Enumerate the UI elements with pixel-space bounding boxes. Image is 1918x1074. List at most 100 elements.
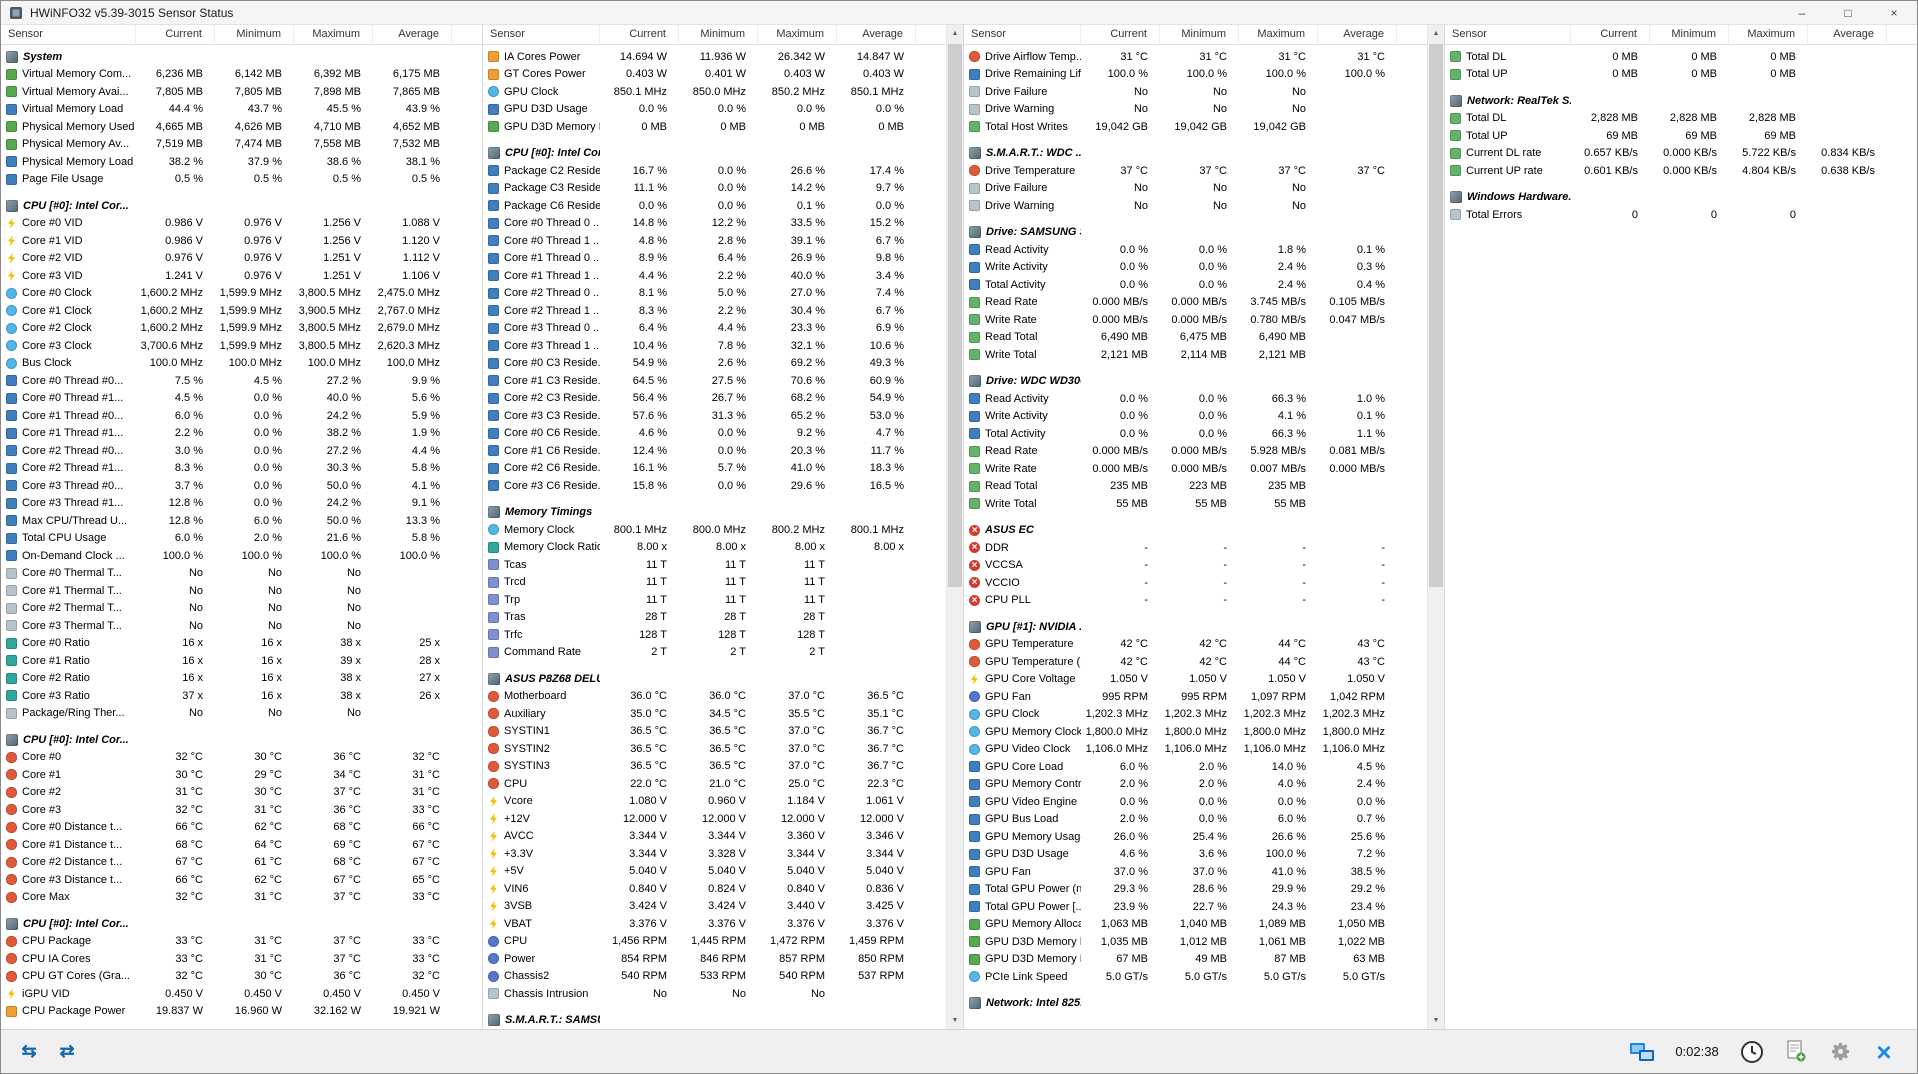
sensor-row[interactable]: Total Errors 0 0 0 bbox=[1445, 206, 1917, 224]
sensor-row[interactable]: Package/Ring Ther... No No No bbox=[1, 705, 482, 723]
sensor-row[interactable]: Core #3 VID 1.241 V 0.976 V 1.251 V 1.106 V bbox=[1, 267, 482, 285]
sensor-group-header[interactable]: S.M.A.R.T.: WDC ... bbox=[964, 145, 1427, 163]
sensor-row[interactable]: Core #2 Thread #0... 3.0 % 0.0 % 27.2 % 4.4 … bbox=[1, 442, 482, 460]
sensor-row[interactable]: Total Activity 0.0 % 0.0 % 66.3 % 1.1 % bbox=[964, 425, 1427, 443]
column-header-sensor[interactable]: Sensor bbox=[1445, 25, 1571, 44]
sensor-row[interactable]: iGPU VID 0.450 V 0.450 V 0.450 V 0.450 V bbox=[1, 985, 482, 1003]
sensor-row[interactable]: Power 854 RPM 846 RPM 857 RPM 850 RPM bbox=[483, 950, 946, 968]
sensor-row[interactable]: Chassis2 540 RPM 533 RPM 540 RPM 537 RPM bbox=[483, 968, 946, 986]
sensor-row[interactable]: Command Rate 2 T 2 T 2 T bbox=[483, 644, 946, 662]
sensor-row[interactable]: CPU Package Power 19.837 W 16.960 W 32.162 … bbox=[1, 1003, 482, 1021]
sensor-row[interactable]: Core #1 Clock 1,600.2 MHz 1,599.9 MHz 3,900… bbox=[1, 302, 482, 320]
column-header-maximum[interactable]: Maximum bbox=[758, 25, 837, 44]
sensor-row[interactable]: Read Rate 0.000 MB/s 0.000 MB/s 3.745 MB/s 0… bbox=[964, 294, 1427, 312]
sensor-row[interactable]: GPU D3D Usage 4.6 % 3.6 % 100.0 % 7.2 % bbox=[964, 846, 1427, 864]
sensor-group-header[interactable]: Drive: SAMSUNG SS... bbox=[964, 224, 1427, 242]
column-header-minimum[interactable]: Minimum bbox=[215, 25, 294, 44]
sensor-row[interactable]: Trfc 128 T 128 T 128 T bbox=[483, 626, 946, 644]
sensor-row[interactable]: Core #2 Ratio 16 x 16 x 38 x 27 x bbox=[1, 670, 482, 688]
sensor-row[interactable]: Core #3 Ratio 37 x 16 x 38 x 26 x bbox=[1, 687, 482, 705]
sensor-row[interactable]: GT Cores Power 0.403 W 0.401 W 0.403 W 0.403… bbox=[483, 66, 946, 84]
sensor-row[interactable]: Bus Clock 100.0 MHz 100.0 MHz 100.0 MHz 100.… bbox=[1, 355, 482, 373]
sensor-row[interactable]: Core #1 C6 Reside... 12.4 % 0.0 % 20.3 % 11.… bbox=[483, 442, 946, 460]
sensor-row[interactable]: Tcas 11 T 11 T 11 T bbox=[483, 556, 946, 574]
sensor-row[interactable]: Core #0 Ratio 16 x 16 x 38 x 25 x bbox=[1, 635, 482, 653]
scroll-down-arrow-icon[interactable]: ▼ bbox=[947, 1012, 963, 1029]
sensor-row[interactable]: Core #3 Thread #1... 12.8 % 0.0 % 24.2 % 9.1… bbox=[1, 495, 482, 513]
sensor-row[interactable]: Page File Usage 0.5 % 0.5 % 0.5 % 0.5 % bbox=[1, 171, 482, 189]
sensor-row[interactable]: GPU Clock 850.1 MHz 850.0 MHz 850.2 MHz 850.… bbox=[483, 83, 946, 101]
sensor-group-header[interactable]: CPU [#0]: Intel Cor... bbox=[1, 731, 482, 749]
sensor-row[interactable]: CPU PLL - - - - bbox=[964, 592, 1427, 610]
sensor-row[interactable]: GPU Memory Alloca... 1,063 MB 1,040 MB 1,08… bbox=[964, 916, 1427, 934]
sensor-row[interactable]: Core #1 Thread 1 ... 4.4 % 2.2 % 40.0 % 3.4 … bbox=[483, 267, 946, 285]
sensor-row[interactable]: Core #0 Thread #0... 7.5 % 4.5 % 27.2 % 9.9 … bbox=[1, 372, 482, 390]
sensor-row[interactable]: Core #0 VID 0.986 V 0.976 V 1.256 V 1.088 V bbox=[1, 215, 482, 233]
sensor-row[interactable]: Chassis Intrusion No No No bbox=[483, 985, 946, 1003]
sensor-row[interactable]: Total GPU Power [... 23.9 % 22.7 % 24.3 % 23… bbox=[964, 898, 1427, 916]
sensor-row[interactable]: SYSTIN3 36.5 °C 36.5 °C 37.0 °C 36.7 °C bbox=[483, 758, 946, 776]
sensor-group-header[interactable]: Network: RealTek S... bbox=[1445, 92, 1917, 110]
sensor-row[interactable]: VCCIO - - - - bbox=[964, 574, 1427, 592]
sensor-row[interactable]: Core #0 Thread 1 ... 4.8 % 2.8 % 39.1 % 6.7 … bbox=[483, 232, 946, 250]
scrollbar-track[interactable] bbox=[947, 42, 963, 1012]
column-header-current[interactable]: Current bbox=[1571, 25, 1650, 44]
sensor-row[interactable]: Core #2 C3 Reside... 56.4 % 26.7 % 68.2 % 54… bbox=[483, 390, 946, 408]
vertical-scrollbar[interactable]: ▲ ▼ bbox=[946, 25, 964, 1029]
scrollbar-thumb[interactable] bbox=[948, 44, 962, 588]
sensor-row[interactable]: Core #2 Thread 0 ... 8.1 % 5.0 % 27.0 % 7.4 … bbox=[483, 285, 946, 303]
sensor-row[interactable]: GPU Fan 37.0 % 37.0 % 41.0 % 38.5 % bbox=[964, 863, 1427, 881]
sensor-row[interactable]: DDR - - - - bbox=[964, 539, 1427, 557]
close-button[interactable]: × bbox=[1871, 1, 1917, 24]
move-value-right-button[interactable]: ⇄ bbox=[51, 1038, 83, 1066]
sensor-row[interactable]: 3VSB 3.424 V 3.424 V 3.440 V 3.425 V bbox=[483, 898, 946, 916]
sensor-row[interactable]: Vcore 1.080 V 0.960 V 1.184 V 1.061 V bbox=[483, 793, 946, 811]
sensor-row[interactable]: Core #3 Clock 3,700.6 MHz 1,599.9 MHz 3,800… bbox=[1, 337, 482, 355]
sensor-row[interactable]: Core #2 Clock 1,600.2 MHz 1,599.9 MHz 3,800… bbox=[1, 320, 482, 338]
sensor-row[interactable]: Trcd 11 T 11 T 11 T bbox=[483, 574, 946, 592]
sensor-row[interactable]: Core #0 C3 Reside... 54.9 % 2.6 % 69.2 % 49.… bbox=[483, 355, 946, 373]
sensor-row[interactable]: Virtual Memory Com... 6,236 MB 6,142 MB 6,3… bbox=[1, 66, 482, 84]
sensor-row[interactable]: Write Activity 0.0 % 0.0 % 2.4 % 0.3 % bbox=[964, 259, 1427, 277]
sensor-group-header[interactable]: CPU [#0]: Intel Cor... bbox=[1, 197, 482, 215]
settings-button[interactable] bbox=[1825, 1037, 1855, 1067]
sensor-row[interactable]: CPU Package 33 °C 31 °C 37 °C 33 °C bbox=[1, 933, 482, 951]
sensor-row[interactable]: CPU IA Cores 33 °C 31 °C 37 °C 33 °C bbox=[1, 950, 482, 968]
sensor-group-header[interactable]: GPU [#1]: NVIDIA ... bbox=[964, 618, 1427, 636]
sensor-row[interactable]: Core Max 32 °C 31 °C 37 °C 33 °C bbox=[1, 889, 482, 907]
sensor-group-header[interactable]: ASUS P8Z68 DELUX... bbox=[483, 670, 946, 688]
sensor-row[interactable]: Total CPU Usage 6.0 % 2.0 % 21.6 % 5.8 % bbox=[1, 530, 482, 548]
sensor-row[interactable]: GPU Core Voltage 1.050 V 1.050 V 1.050 V 1.0… bbox=[964, 671, 1427, 689]
sensor-row[interactable]: Total Activity 0.0 % 0.0 % 2.4 % 0.4 % bbox=[964, 276, 1427, 294]
column-header-maximum[interactable]: Maximum bbox=[1729, 25, 1808, 44]
column-header-average[interactable]: Average bbox=[373, 25, 452, 44]
sensor-row[interactable]: Write Total 55 MB 55 MB 55 MB bbox=[964, 495, 1427, 513]
scroll-down-arrow-icon[interactable]: ▼ bbox=[1428, 1012, 1444, 1029]
sensor-row[interactable]: Drive Temperature 37 °C 37 °C 37 °C 37 °C bbox=[964, 162, 1427, 180]
sensor-row[interactable]: VBAT 3.376 V 3.376 V 3.376 V 3.376 V bbox=[483, 915, 946, 933]
sensor-row[interactable]: Core #3 Thermal T... No No No bbox=[1, 617, 482, 635]
scrollbar-thumb[interactable] bbox=[1429, 44, 1443, 588]
scrollbar-track[interactable] bbox=[1428, 42, 1444, 1012]
sensor-row[interactable]: IA Cores Power 14.694 W 11.936 W 26.342 W 14… bbox=[483, 48, 946, 66]
sensor-row[interactable]: GPU Core Load 6.0 % 2.0 % 14.0 % 4.5 % bbox=[964, 758, 1427, 776]
sensor-row[interactable]: Drive Warning No No No bbox=[964, 101, 1427, 119]
sensor-row[interactable]: Write Total 2,121 MB 2,114 MB 2,121 MB bbox=[964, 346, 1427, 364]
sensor-row[interactable]: Read Activity 0.0 % 0.0 % 66.3 % 1.0 % bbox=[964, 390, 1427, 408]
sensor-row[interactable]: Read Total 6,490 MB 6,475 MB 6,490 MB bbox=[964, 329, 1427, 347]
reset-clock-button[interactable] bbox=[1737, 1037, 1767, 1067]
column-header-current[interactable]: Current bbox=[1081, 25, 1160, 44]
vertical-scrollbar[interactable]: ▲ ▼ bbox=[1427, 25, 1445, 1029]
sensor-row[interactable]: CPU 1,456 RPM 1,445 RPM 1,472 RPM 1,459 RPM bbox=[483, 933, 946, 951]
column-header-minimum[interactable]: Minimum bbox=[679, 25, 758, 44]
sensor-row[interactable]: Core #3 C6 Reside... 15.8 % 0.0 % 29.6 % 16.… bbox=[483, 477, 946, 495]
sensor-row[interactable]: Physical Memory Av... 7,519 MB 7,474 MB 7,5… bbox=[1, 136, 482, 154]
sensor-row[interactable]: Core #0 Thread 0 ... 14.8 % 12.2 % 33.5 % 15… bbox=[483, 215, 946, 233]
sensor-row[interactable]: Total GPU Power (n... 29.3 % 28.6 % 29.9 % 2… bbox=[964, 881, 1427, 899]
sensor-row[interactable]: Core #0 Clock 1,600.2 MHz 1,599.9 MHz 3,800… bbox=[1, 285, 482, 303]
sensor-row[interactable]: Write Rate 0.000 MB/s 0.000 MB/s 0.780 MB/s… bbox=[964, 311, 1427, 329]
sensor-row[interactable]: Package C3 Reside... 11.1 % 0.0 % 14.2 % 9.7… bbox=[483, 180, 946, 198]
sensor-row[interactable]: Drive Failure No No No bbox=[964, 180, 1427, 198]
column-header-average[interactable]: Average bbox=[837, 25, 916, 44]
column-header-sensor[interactable]: Sensor bbox=[1, 25, 136, 44]
